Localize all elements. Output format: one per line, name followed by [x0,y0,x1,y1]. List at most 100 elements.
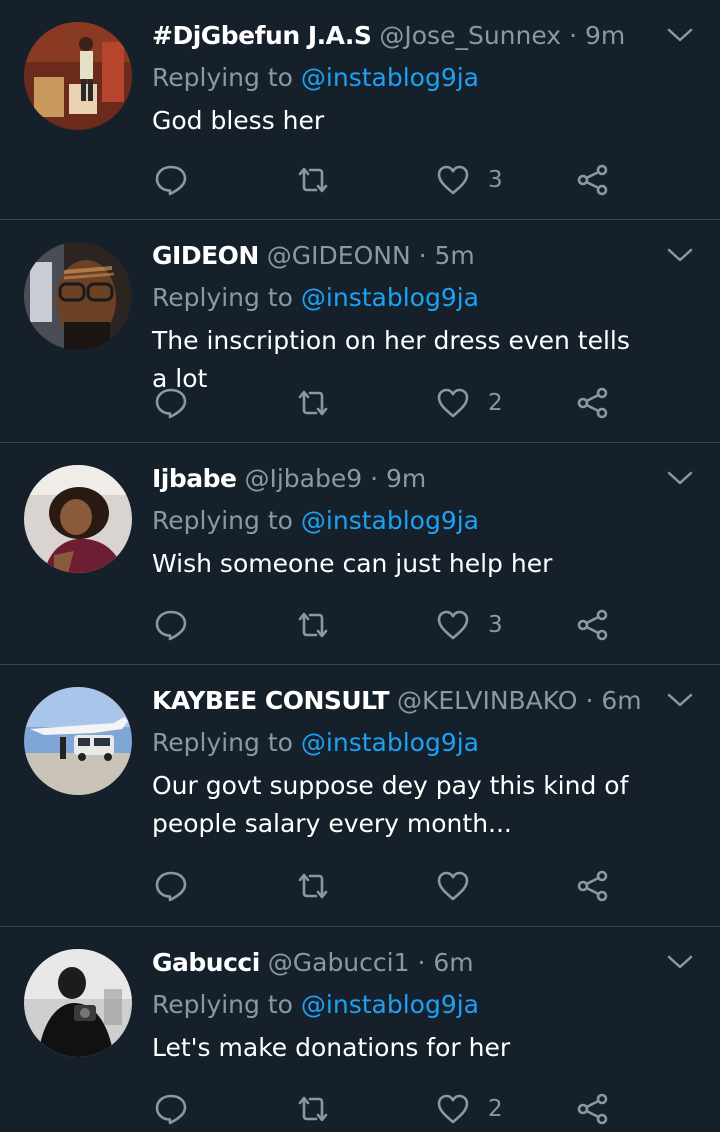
replying-to-label: Replying to [152,506,293,535]
chevron-down-icon[interactable] [666,951,694,973]
reply-icon [155,1094,187,1125]
replies-feed: #DjGbefun J.A.S @Jose_Sunnex · 9m Replyi… [0,0,720,1132]
like-button[interactable]: 2 [436,1087,503,1131]
replying-to-mention[interactable]: @instablog9ja [301,990,479,1019]
timestamp[interactable]: 6m [433,948,473,977]
like-button[interactable] [436,864,488,908]
tweet-actions [152,864,632,908]
retweet-icon [298,612,328,638]
tweet-actions: 2 [152,381,632,425]
reply-button[interactable] [154,1087,188,1131]
user-handle[interactable]: @Jose_Sunnex [379,21,561,50]
retweet-icon [298,167,328,193]
share-icon [577,1093,608,1125]
share-icon [577,870,608,902]
like-count: 3 [488,612,503,638]
like-button[interactable]: 2 [436,381,503,425]
tweet-text: Let's make donations for her [152,1033,511,1062]
replying-to-mention[interactable]: @instablog9ja [301,728,479,757]
reply-icon [155,165,187,196]
heart-icon [437,1094,469,1124]
retweet-button[interactable] [296,1087,330,1131]
share-button[interactable] [576,381,610,425]
replying-to-mention[interactable]: @instablog9ja [301,63,479,92]
share-icon [577,609,608,641]
replying-to-line: Replying to @instablog9ja [152,723,640,763]
reply-tweet[interactable]: GIDEON @GIDEONN · 5m Replying to @instab… [0,220,720,443]
avatar[interactable] [24,465,132,573]
chevron-down-icon[interactable] [666,24,694,46]
heart-icon [437,610,469,640]
like-count: 2 [488,390,503,416]
separator-dot: · [418,241,427,270]
display-name[interactable]: KAYBEE CONSULT [152,686,390,715]
chevron-down-icon[interactable] [666,689,694,711]
replying-to-line: Replying to @instablog9ja [152,501,640,541]
separator-dot: · [370,464,379,493]
replying-to-label: Replying to [152,63,293,92]
chevron-down-icon[interactable] [666,244,694,266]
user-handle[interactable]: @GIDEONN [267,241,411,270]
retweet-button[interactable] [296,158,330,202]
tweet-text: God bless her [152,106,325,135]
replying-to-label: Replying to [152,283,293,312]
display-name[interactable]: Ijbabe [152,464,237,493]
tweet-actions: 2 [152,1087,632,1131]
share-button[interactable] [576,1087,610,1131]
timestamp[interactable]: 6m [601,686,641,715]
avatar[interactable] [24,22,132,130]
tweet-actions: 3 [152,603,632,647]
tweet-actions: 3 [152,158,632,202]
replying-to-label: Replying to [152,990,293,1019]
share-button[interactable] [576,603,610,647]
chevron-down-icon[interactable] [666,467,694,489]
tweet-text: Our govt suppose dey pay this kind of pe… [152,771,637,838]
share-icon [577,164,608,196]
replying-to-line: Replying to @instablog9ja [152,985,640,1025]
heart-icon [437,871,469,901]
timestamp[interactable]: 9m [585,21,625,50]
retweet-button[interactable] [296,381,330,425]
retweet-button[interactable] [296,864,330,908]
separator-dot: · [585,686,594,715]
reply-button[interactable] [154,603,188,647]
reply-button[interactable] [154,864,188,908]
reply-tweet[interactable]: KAYBEE CONSULT @KELVINBAKO · 6m Replying… [0,665,720,927]
reply-icon [155,388,187,419]
share-button[interactable] [576,864,610,908]
display-name[interactable]: GIDEON [152,241,259,270]
heart-icon [437,388,469,418]
user-handle[interactable]: @Ijbabe9 [244,464,362,493]
user-handle[interactable]: @KELVINBAKO [397,686,578,715]
heart-icon [437,165,469,195]
separator-dot: · [417,948,426,977]
reply-tweet[interactable]: #DjGbefun J.A.S @Jose_Sunnex · 9m Replyi… [0,0,720,220]
replying-to-mention[interactable]: @instablog9ja [301,283,479,312]
replying-to-label: Replying to [152,728,293,757]
reply-tweet[interactable]: Gabucci @Gabucci1 · 6m Replying to @inst… [0,927,720,1132]
avatar[interactable] [24,687,132,795]
display-name[interactable]: #DjGbefun J.A.S [152,21,372,50]
reply-icon [155,610,187,641]
like-count: 3 [488,167,503,193]
timestamp[interactable]: 9m [386,464,426,493]
like-count: 2 [488,1096,503,1122]
avatar[interactable] [24,949,132,1057]
reply-icon [155,871,187,902]
like-button[interactable]: 3 [436,158,503,202]
reply-button[interactable] [154,158,188,202]
retweet-icon [298,390,328,416]
timestamp[interactable]: 5m [435,241,475,270]
replying-to-mention[interactable]: @instablog9ja [301,506,479,535]
reply-button[interactable] [154,381,188,425]
avatar[interactable] [24,242,132,350]
reply-tweet[interactable]: Ijbabe @Ijbabe9 · 9m Replying to @instab… [0,443,720,665]
retweet-button[interactable] [296,603,330,647]
tweet-text: Wish someone can just help her [152,549,553,578]
display-name[interactable]: Gabucci [152,948,260,977]
share-button[interactable] [576,158,610,202]
share-icon [577,387,608,419]
replying-to-line: Replying to @instablog9ja [152,278,640,318]
like-button[interactable]: 3 [436,603,503,647]
user-handle[interactable]: @Gabucci1 [268,948,410,977]
